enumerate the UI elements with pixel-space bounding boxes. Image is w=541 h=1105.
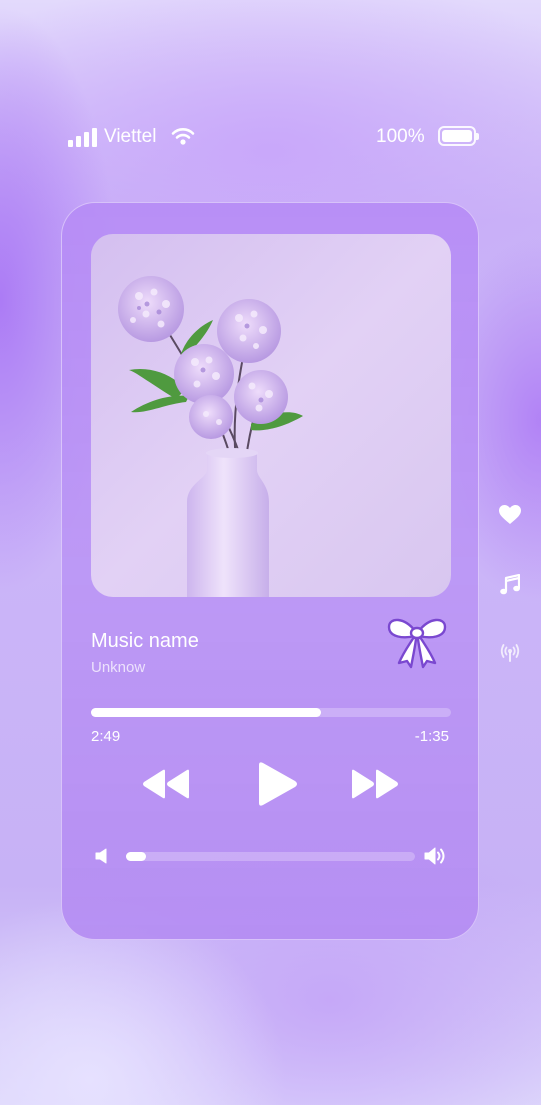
battery-percent: 100% <box>376 126 425 147</box>
play-icon <box>259 762 297 806</box>
rewind-icon <box>143 769 189 799</box>
carrier-name: Viettel <box>104 126 157 147</box>
rewind-button[interactable] <box>141 768 191 805</box>
album-art <box>91 234 451 597</box>
status-bar: Viettel 100% <box>0 124 541 150</box>
track-artist: Unknow <box>91 659 146 676</box>
volume-low-icon <box>95 848 109 869</box>
volume-high-icon <box>424 846 448 871</box>
time-elapsed: 2:49 <box>91 728 121 745</box>
bow-icon <box>385 611 449 674</box>
battery-icon <box>438 126 479 146</box>
battery-level <box>442 130 472 142</box>
music-note-icon[interactable] <box>500 573 521 601</box>
broadcast-icon[interactable] <box>500 643 520 668</box>
volume-fill <box>126 852 147 861</box>
progress-bar[interactable] <box>91 708 451 717</box>
progress-fill <box>91 708 322 717</box>
play-button[interactable] <box>255 761 299 812</box>
signal-icon <box>68 127 98 147</box>
track-title: Music name <box>91 630 199 652</box>
volume-slider[interactable] <box>126 852 415 861</box>
fast-forward-icon <box>352 769 398 799</box>
time-remaining: -1:35 <box>414 728 449 745</box>
player-card: Music name Unknow 2:49 -1:35 <box>61 202 479 940</box>
wifi-icon <box>171 127 195 150</box>
fast-forward-button[interactable] <box>350 768 400 805</box>
heart-icon[interactable] <box>499 505 521 530</box>
